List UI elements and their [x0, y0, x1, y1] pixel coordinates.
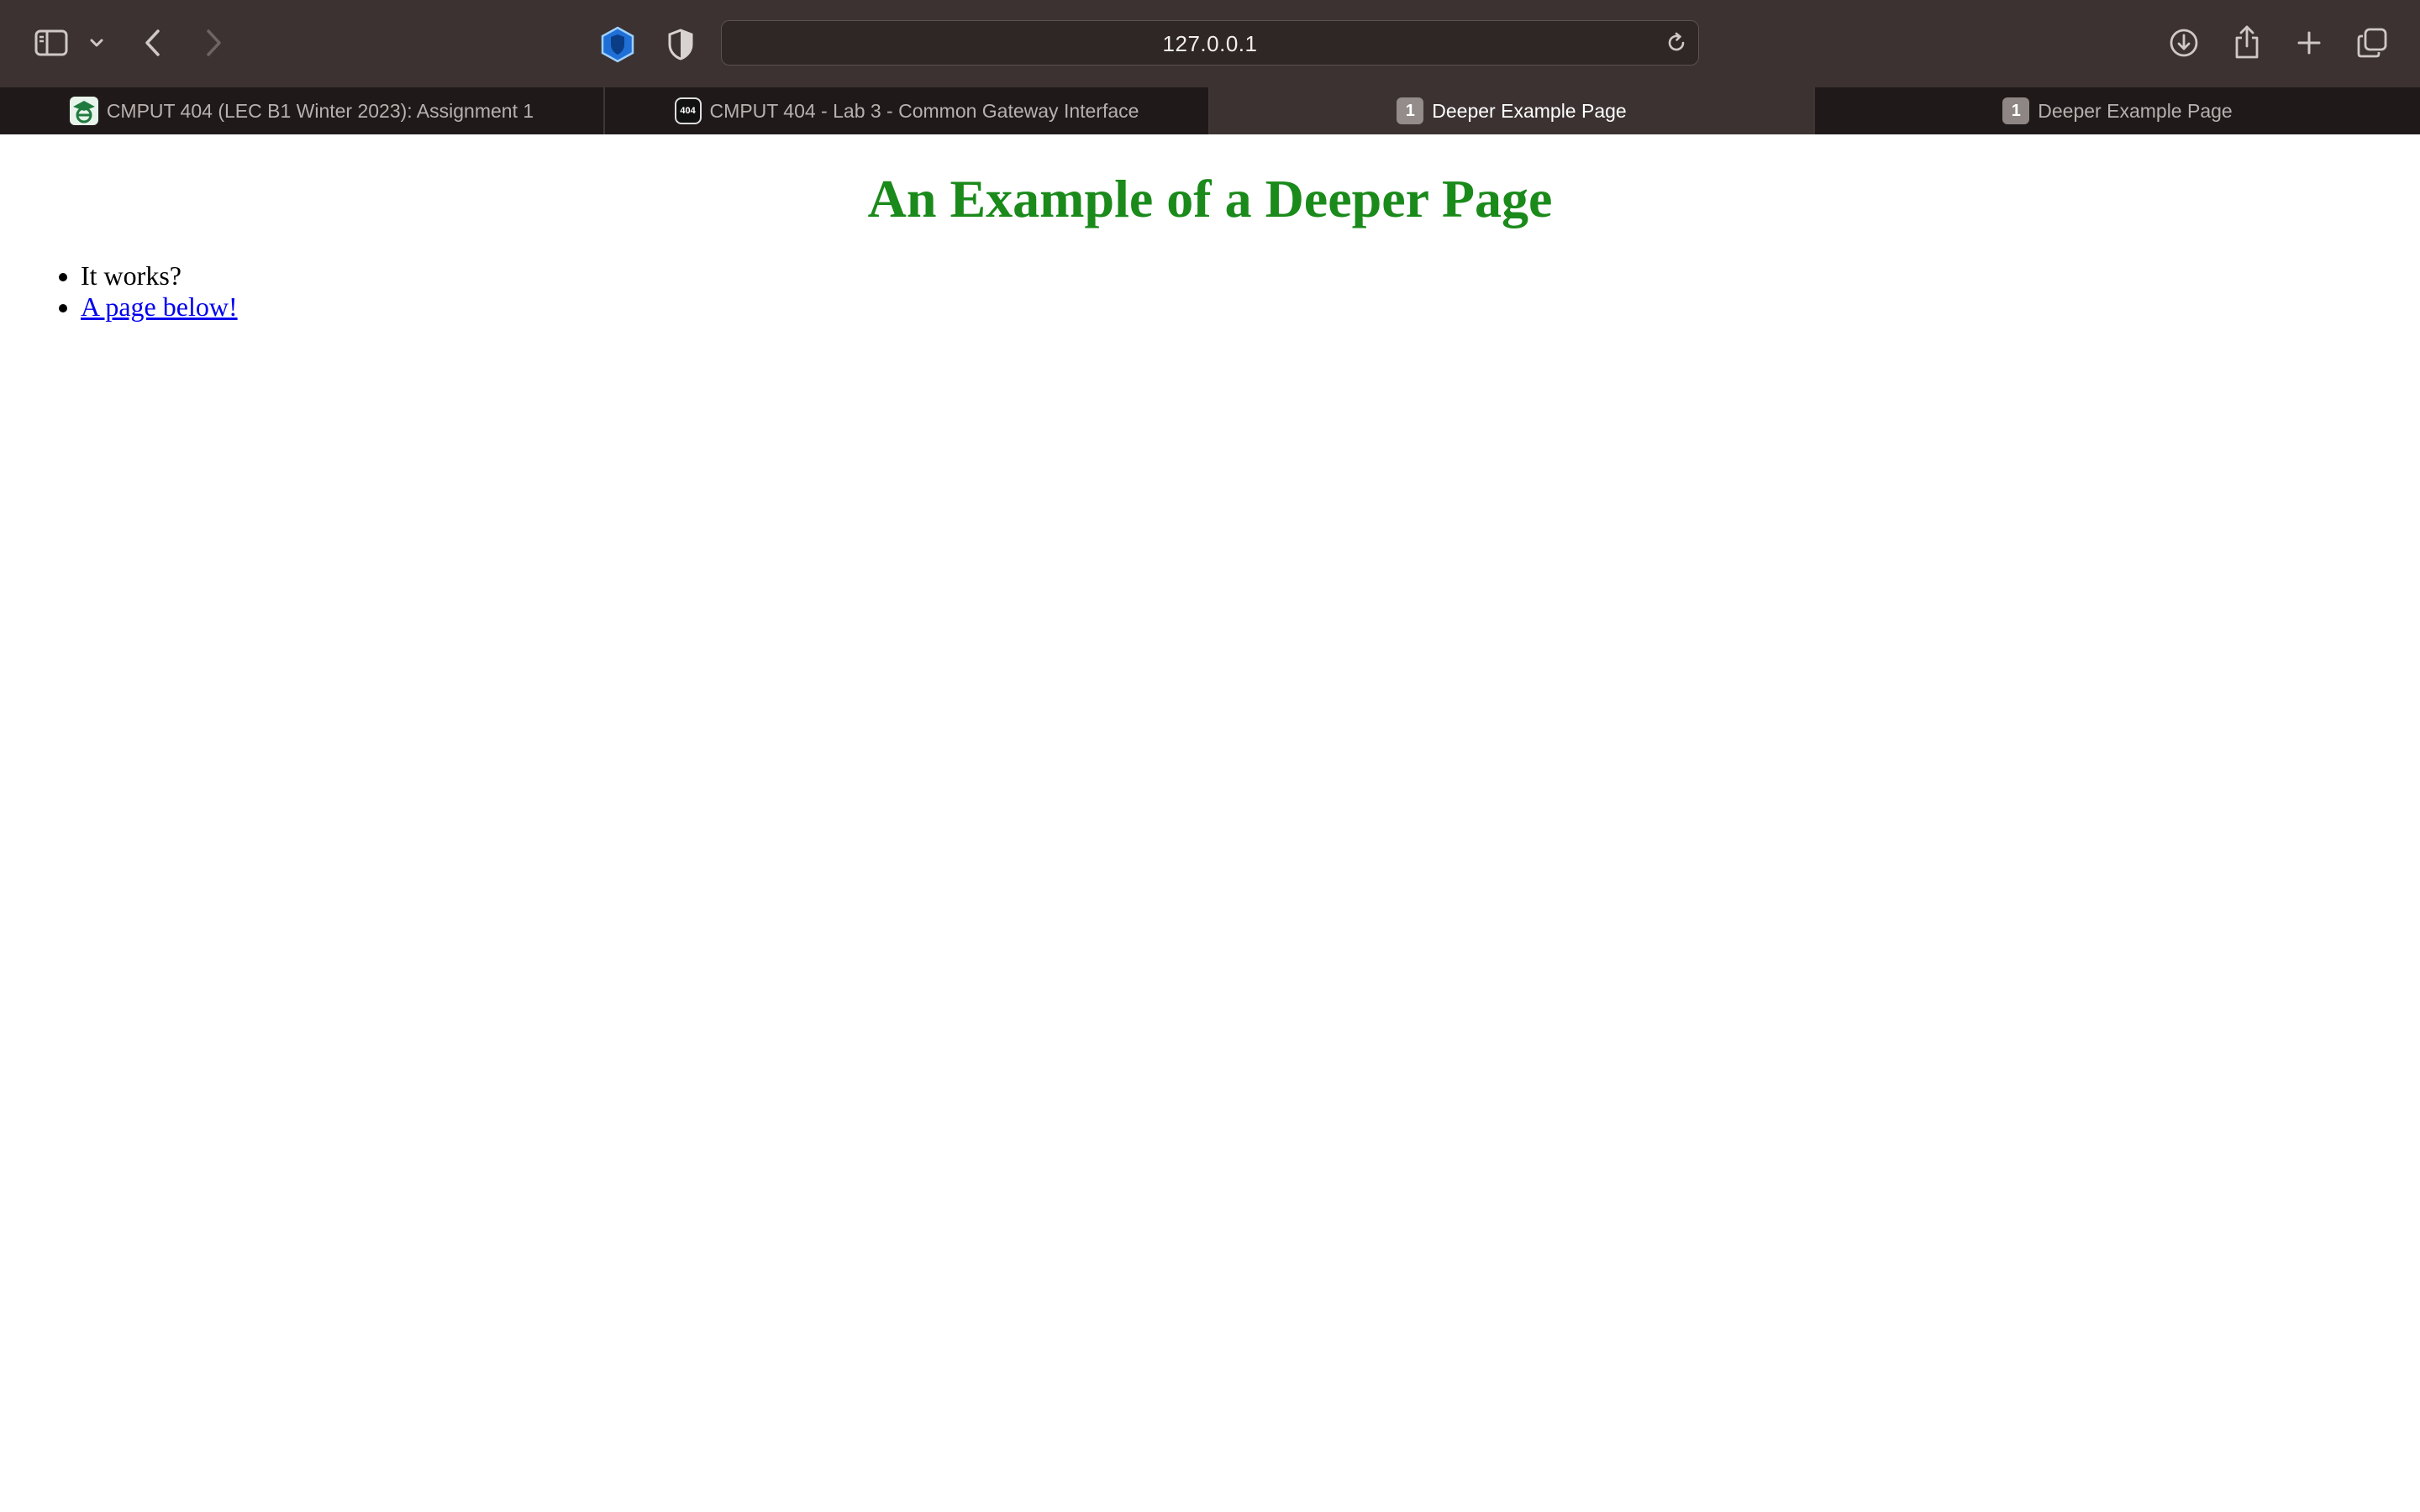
tab-label: Deeper Example Page: [2038, 99, 2233, 122]
tab-deeper-example-active[interactable]: 1 Deeper Example Page: [1210, 87, 1815, 134]
tab-assignment-1[interactable]: CMPUT 404 (LEC B1 Winter 2023): Assignme…: [0, 87, 605, 134]
page-content: An Example of a Deeper Page It works? A …: [0, 134, 2420, 1512]
list-item-text: It works?: [81, 260, 182, 291]
number-favicon-icon: 1: [2002, 97, 2030, 124]
tabs-overview-icon[interactable]: [2354, 25, 2390, 60]
page-below-link[interactable]: A page below!: [81, 291, 238, 322]
list-item: A page below!: [81, 291, 238, 323]
reload-icon[interactable]: [1663, 29, 1690, 56]
browser-toolbar: 127.0.0.1: [0, 0, 2420, 87]
page-heading: An Example of a Deeper Page: [867, 169, 1553, 228]
half-shield-icon[interactable]: [664, 27, 697, 62]
chevron-down-icon[interactable]: [87, 32, 106, 54]
eclass-favicon-icon: [69, 97, 98, 125]
sidebar-icon[interactable]: [32, 25, 71, 60]
chevron-left-icon[interactable]: [139, 24, 166, 62]
tab-lab-3[interactable]: 404 CMPUT 404 - Lab 3 - Common Gateway I…: [605, 87, 1210, 134]
address-text[interactable]: 127.0.0.1: [722, 31, 1698, 57]
chevron-right-icon[interactable]: [200, 24, 227, 62]
item-list: It works? A page below!: [47, 260, 238, 323]
tab-label: CMPUT 404 (LEC B1 Winter 2023): Assignme…: [106, 99, 534, 122]
tab-label: Deeper Example Page: [1432, 99, 1627, 122]
number-favicon-icon: 1: [1397, 97, 1424, 124]
tab-bar: CMPUT 404 (LEC B1 Winter 2023): Assignme…: [0, 87, 2420, 134]
404-favicon-icon: 404: [674, 97, 702, 124]
plus-icon[interactable]: [2292, 25, 2326, 60]
share-icon[interactable]: [2230, 22, 2264, 62]
hexagon-shield-icon[interactable]: [598, 25, 637, 64]
address-bar[interactable]: 127.0.0.1: [721, 20, 1699, 66]
list-item: It works?: [81, 260, 238, 291]
download-icon[interactable]: [2166, 25, 2202, 60]
tab-label: CMPUT 404 - Lab 3 - Common Gateway Inter…: [709, 99, 1139, 122]
tab-deeper-example[interactable]: 1 Deeper Example Page: [1815, 87, 2420, 134]
